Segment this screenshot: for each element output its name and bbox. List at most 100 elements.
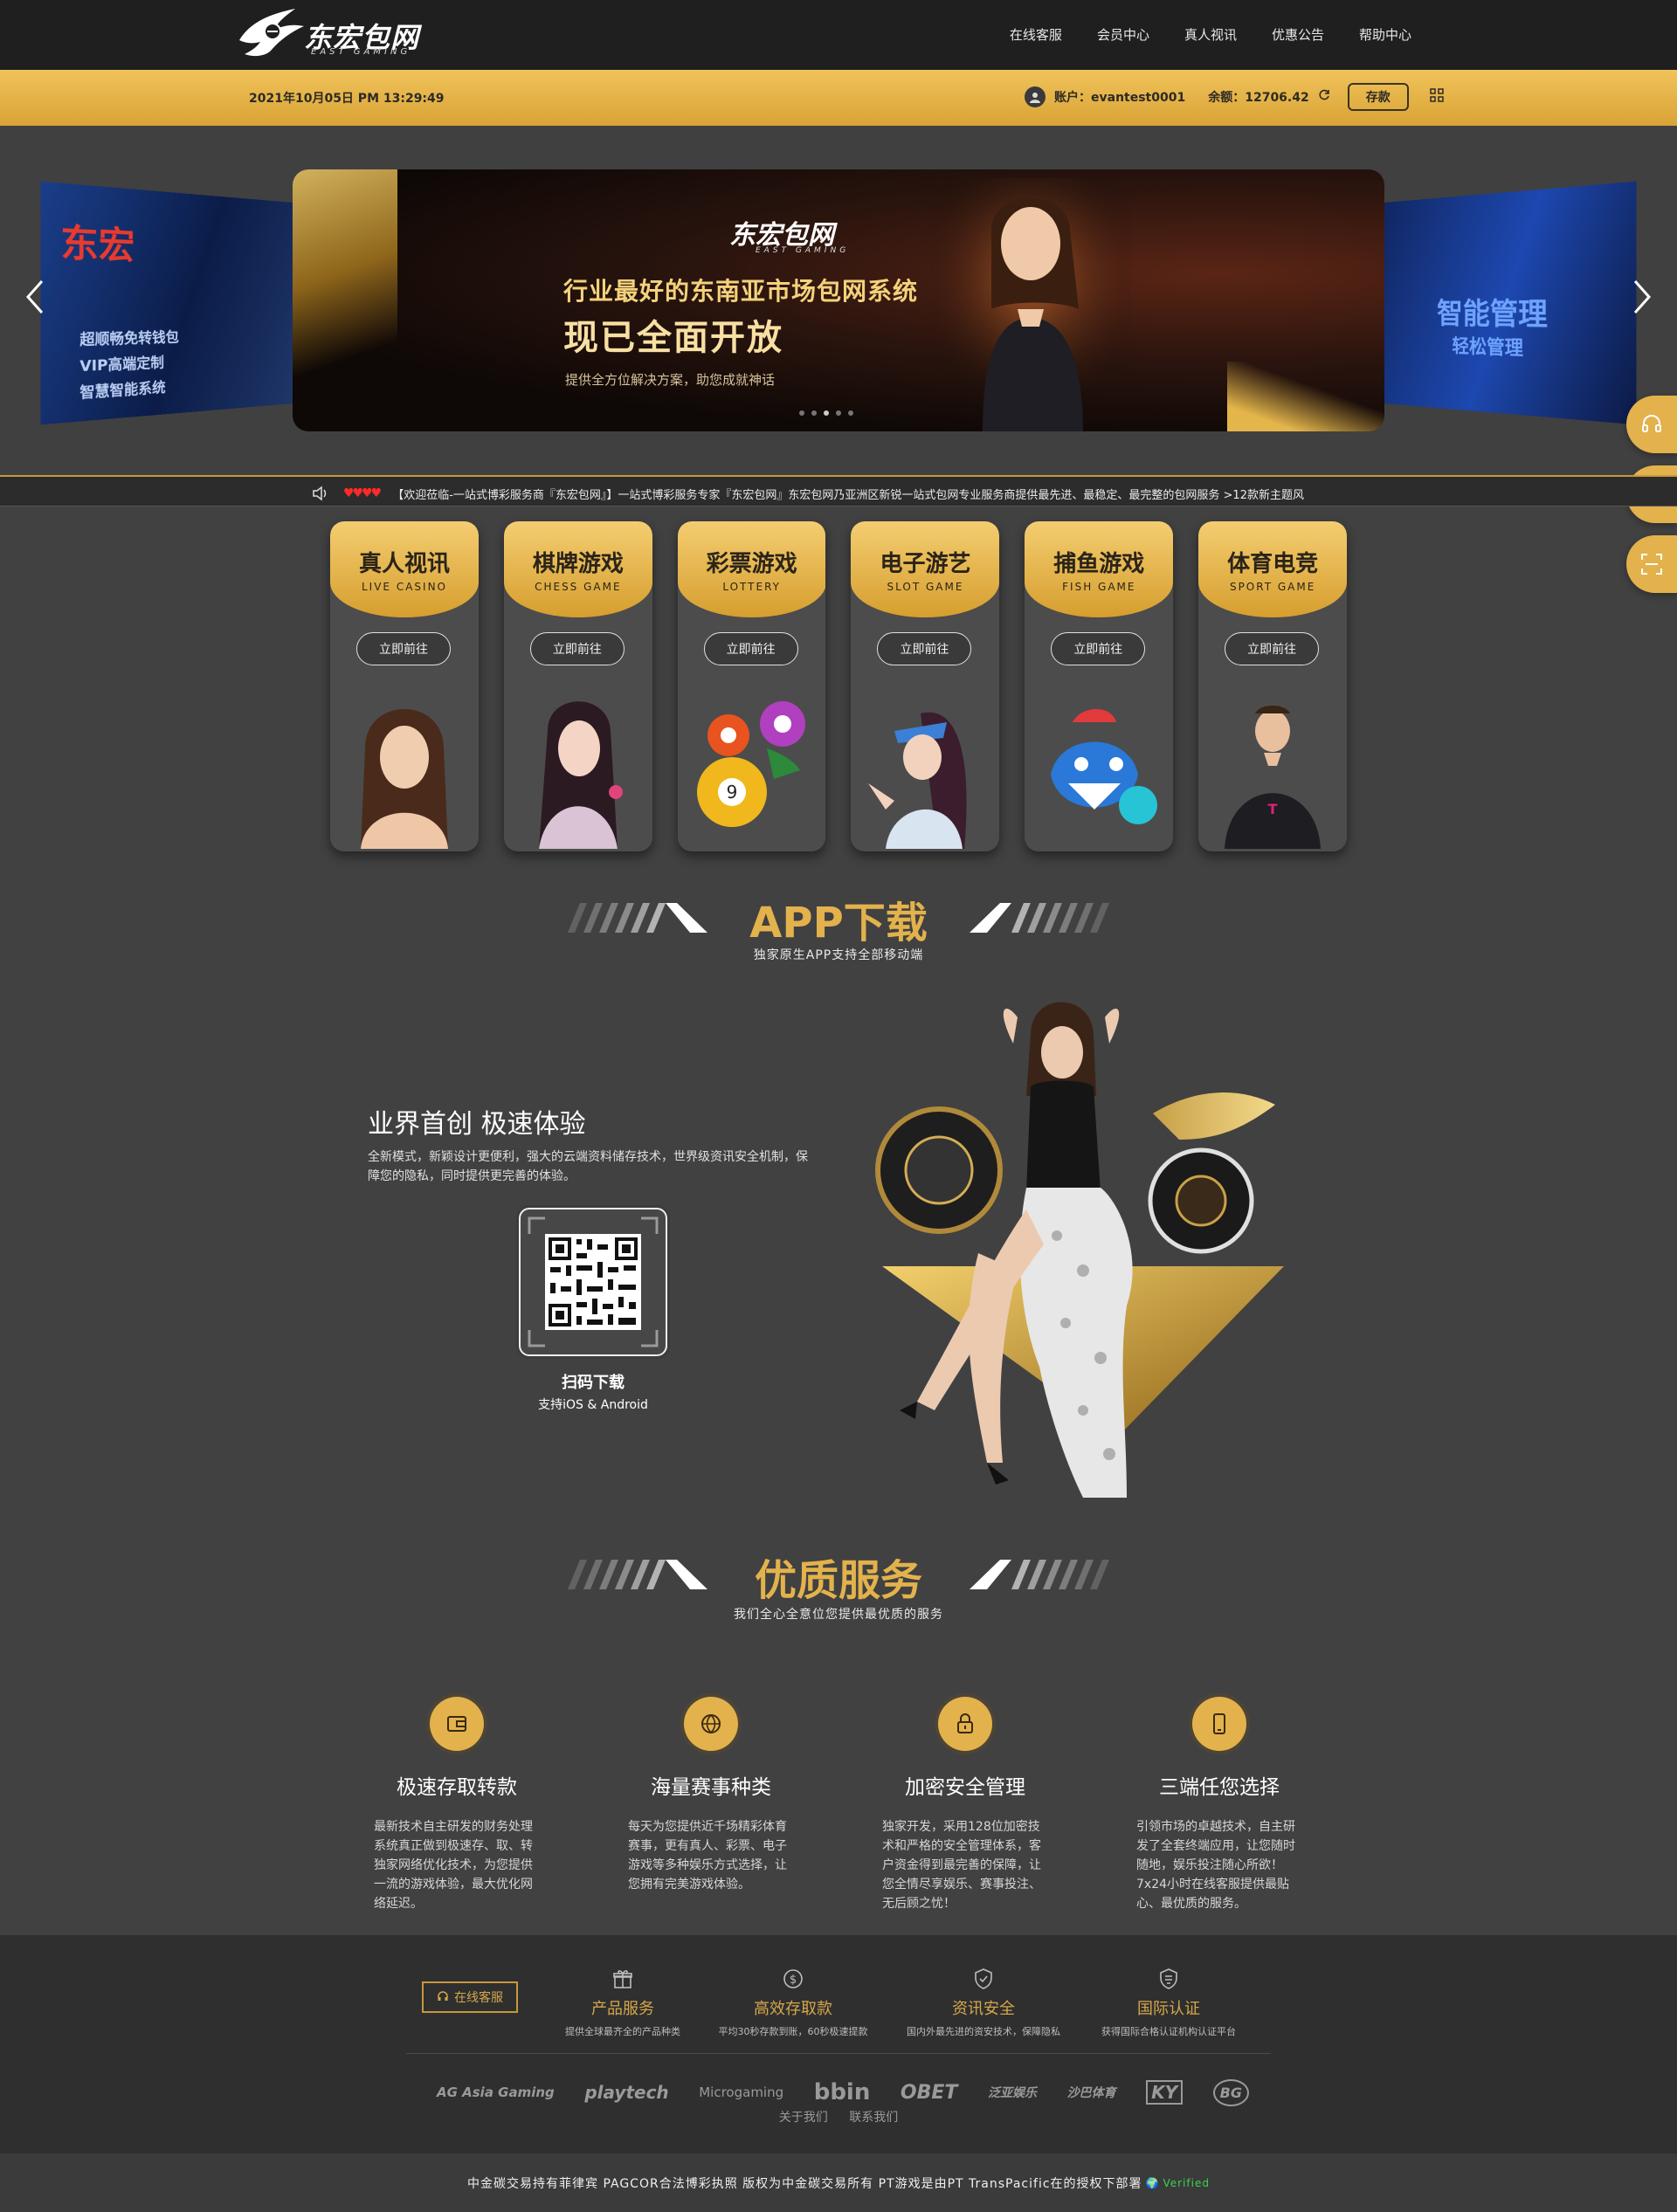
provider-logo-microgaming: Microgaming	[699, 2085, 783, 2100]
app-heading: 业界首创 极速体验	[368, 1102, 586, 1140]
carousel-dot[interactable]	[811, 410, 817, 416]
about-us-link[interactable]: 关于我们	[779, 2111, 828, 2125]
go-now-button[interactable]: 立即前往	[530, 632, 625, 665]
svg-text:9: 9	[726, 782, 737, 803]
banner-model-image	[930, 178, 1131, 431]
carousel-dot[interactable]	[799, 410, 804, 416]
nav-live-casino[interactable]: 真人视讯	[1184, 25, 1237, 44]
card-title: 捕鱼游戏	[1025, 546, 1173, 578]
provider-logo-fanya: 泛亚娱乐	[988, 2084, 1037, 2101]
copyright-text: 中金碳交易持有菲律宾 PAGCOR合法博彩执照 版权为中金碳交易所有 PT游戏是…	[467, 2174, 1142, 2192]
banner-tagline: 提供全方位解决方案，助您成就神话	[565, 370, 775, 389]
provider-logo-bbin: bbin	[814, 2079, 871, 2105]
footer-online-service-label: 在线客服	[454, 1988, 503, 2006]
card-subtitle: LIVE CASINO	[330, 581, 479, 593]
banner-gold-corner	[1227, 362, 1384, 431]
slide-prev-line3: 智慧智能系统	[79, 375, 165, 402]
grid-menu-icon[interactable]	[1430, 88, 1444, 106]
provider-logo-bg: BG	[1213, 2079, 1249, 2106]
nav-member-center[interactable]: 会员中心	[1097, 25, 1149, 44]
lock-icon	[938, 1697, 992, 1751]
main-nav: 在线客服 会员中心 真人视讯 优惠公告 帮助中心	[1010, 0, 1411, 68]
footer-feature-products: 产品服务 提供全球最齐全的产品种类	[527, 1967, 719, 2038]
deposit-button[interactable]: 存款	[1348, 83, 1409, 111]
contact-us-link[interactable]: 联系我们	[849, 2111, 898, 2125]
user-avatar-icon	[1025, 86, 1046, 107]
lottery-balls-image: 9	[687, 696, 818, 849]
service-title: 加密安全管理	[856, 1770, 1074, 1800]
account-name: 账户：evantest0001	[1054, 88, 1185, 106]
service-description: 每天为您提供近千场精彩体育赛事，更有真人、彩票、电子游戏等多种娱乐方式选择，让您…	[628, 1817, 794, 1894]
card-subtitle: SPORT GAME	[1198, 581, 1347, 593]
footer-divider	[406, 2053, 1271, 2054]
footer-feature-desc: 国内外最先进的资安技术，保障隐私	[887, 2024, 1080, 2038]
carousel-dot[interactable]	[836, 410, 841, 416]
app-section-subtitle: 独家原生APP支持全部移动端	[0, 946, 1677, 963]
game-card-fish[interactable]: 捕鱼游戏 FISH GAME 立即前往	[1025, 521, 1173, 851]
live-dealer-image	[339, 696, 470, 849]
footer-feature-title: 高效存取款	[697, 1996, 889, 2019]
scan-download-label: 扫码下载	[475, 1370, 711, 1393]
footer-online-service-button[interactable]: 在线客服	[422, 1981, 518, 2013]
go-now-button[interactable]: 立即前往	[1225, 632, 1319, 665]
shield-check-icon	[971, 1967, 996, 1991]
game-card-slot[interactable]: 电子游艺 SLOT GAME 立即前往	[851, 521, 999, 851]
card-title: 电子游艺	[851, 546, 999, 578]
app-promo-model-image	[865, 991, 1336, 1515]
game-card-live-casino[interactable]: 真人视讯 LIVE CASINO 立即前往	[330, 521, 479, 851]
game-card-lottery[interactable]: 彩票游戏 LOTTERY 立即前往 9	[678, 521, 826, 851]
card-title: 体育电竞	[1198, 546, 1347, 578]
carousel-prev-arrow-icon[interactable]	[17, 279, 52, 314]
current-datetime: 2021年10月05日 PM 13:29:49	[249, 89, 445, 107]
refresh-icon[interactable]	[1318, 89, 1330, 105]
provider-logo-ky: KY	[1146, 2080, 1183, 2105]
carousel-slide-prev[interactable]: 东宏 超顺畅免转钱包 VIP高端定制 智慧智能系统	[40, 182, 310, 425]
gift-icon	[611, 1967, 635, 1991]
svg-text:T: T	[1268, 801, 1278, 817]
service-item-security: 加密安全管理 独家开发，采用128位加密技术和严格的安全管理体系，客户资金得到最…	[856, 1697, 1074, 1913]
download-qr-code[interactable]	[519, 1208, 667, 1356]
go-now-button[interactable]: 立即前往	[877, 632, 971, 665]
footer-feature-deposit: $ 高效存取款 平均30秒存款到账，60秒极速提款	[697, 1967, 889, 2038]
account-balance: 余额：12706.42	[1208, 88, 1309, 106]
service-item-events: 海量赛事种类 每天为您提供近千场精彩体育赛事，更有真人、彩票、电子游戏等多种娱乐…	[602, 1697, 820, 1894]
banner-logo-en: EAST GAMING	[756, 246, 849, 255]
card-subtitle: FISH GAME	[1025, 581, 1173, 593]
banner-headline: 行业最好的东南亚市场包网系统	[563, 272, 918, 307]
mobile-phone-icon	[1192, 1697, 1246, 1751]
carousel-dot-active[interactable]	[824, 410, 829, 416]
marquee-text[interactable]: 【欢迎莅临-一站式博彩服务商『东宏包网』】一站式博彩服务专家『东宏包网』东宏包网…	[392, 486, 1304, 502]
account-info: 账户：evantest0001 余额：12706.42 存款	[1025, 84, 1444, 110]
carousel-slide-next[interactable]: 智能管理 轻松管理	[1366, 182, 1636, 425]
platform-support-label: 支持iOS & Android	[475, 1395, 711, 1413]
carousel-slide-active[interactable]: 东宏包网 EAST GAMING 行业最好的东南亚市场包网系统 现已全面开放 提…	[293, 169, 1384, 431]
site-logo[interactable]: 东宏包网 EAST GAMING	[234, 5, 426, 59]
dollar-coin-icon: $	[781, 1967, 805, 1991]
nav-online-service[interactable]: 在线客服	[1010, 25, 1062, 44]
provider-logo-ag: AG Asia Gaming	[437, 2085, 555, 2100]
game-card-sport[interactable]: 体育电竞 SPORT GAME 立即前往 T	[1198, 521, 1347, 851]
card-title: 棋牌游戏	[504, 546, 652, 578]
scan-icon	[1640, 553, 1663, 575]
float-support-button[interactable]	[1626, 396, 1677, 453]
go-now-button[interactable]: 立即前往	[704, 632, 798, 665]
footer-feature-certification: 国际认证 获得国际合格认证机构认证平台	[1073, 1967, 1265, 2038]
carousel-dot[interactable]	[848, 410, 853, 416]
card-title: 真人视讯	[330, 546, 479, 578]
slide-next-line2: 轻松管理	[1452, 331, 1523, 362]
go-now-button[interactable]: 立即前往	[356, 632, 451, 665]
footer-feature-desc: 提供全球最齐全的产品种类	[527, 2024, 719, 2038]
nav-promotions[interactable]: 优惠公告	[1272, 25, 1324, 44]
go-now-button[interactable]: 立即前往	[1051, 632, 1145, 665]
carousel-next-arrow-icon[interactable]	[1625, 279, 1660, 314]
float-scan-button[interactable]	[1626, 535, 1677, 593]
service-title: 三端任您选择	[1110, 1770, 1328, 1800]
game-card-chess[interactable]: 棋牌游戏 CHESS GAME 立即前往	[504, 521, 652, 851]
provider-logo-playtech: playtech	[584, 2082, 668, 2103]
chess-girl-image	[513, 696, 644, 849]
nav-help-center[interactable]: 帮助中心	[1359, 25, 1411, 44]
app-description: 全新模式，新颖设计更便利，强大的云端资料储存技术，世界级资讯安全机制，保障您的隐…	[368, 1147, 813, 1186]
card-title: 彩票游戏	[678, 546, 826, 578]
footer-feature-title: 产品服务	[527, 1996, 719, 2019]
service-description: 最新技术自主研发的财务处理系统真正做到极速存、取、转独家网络优化技术，为您提供一…	[374, 1817, 540, 1913]
